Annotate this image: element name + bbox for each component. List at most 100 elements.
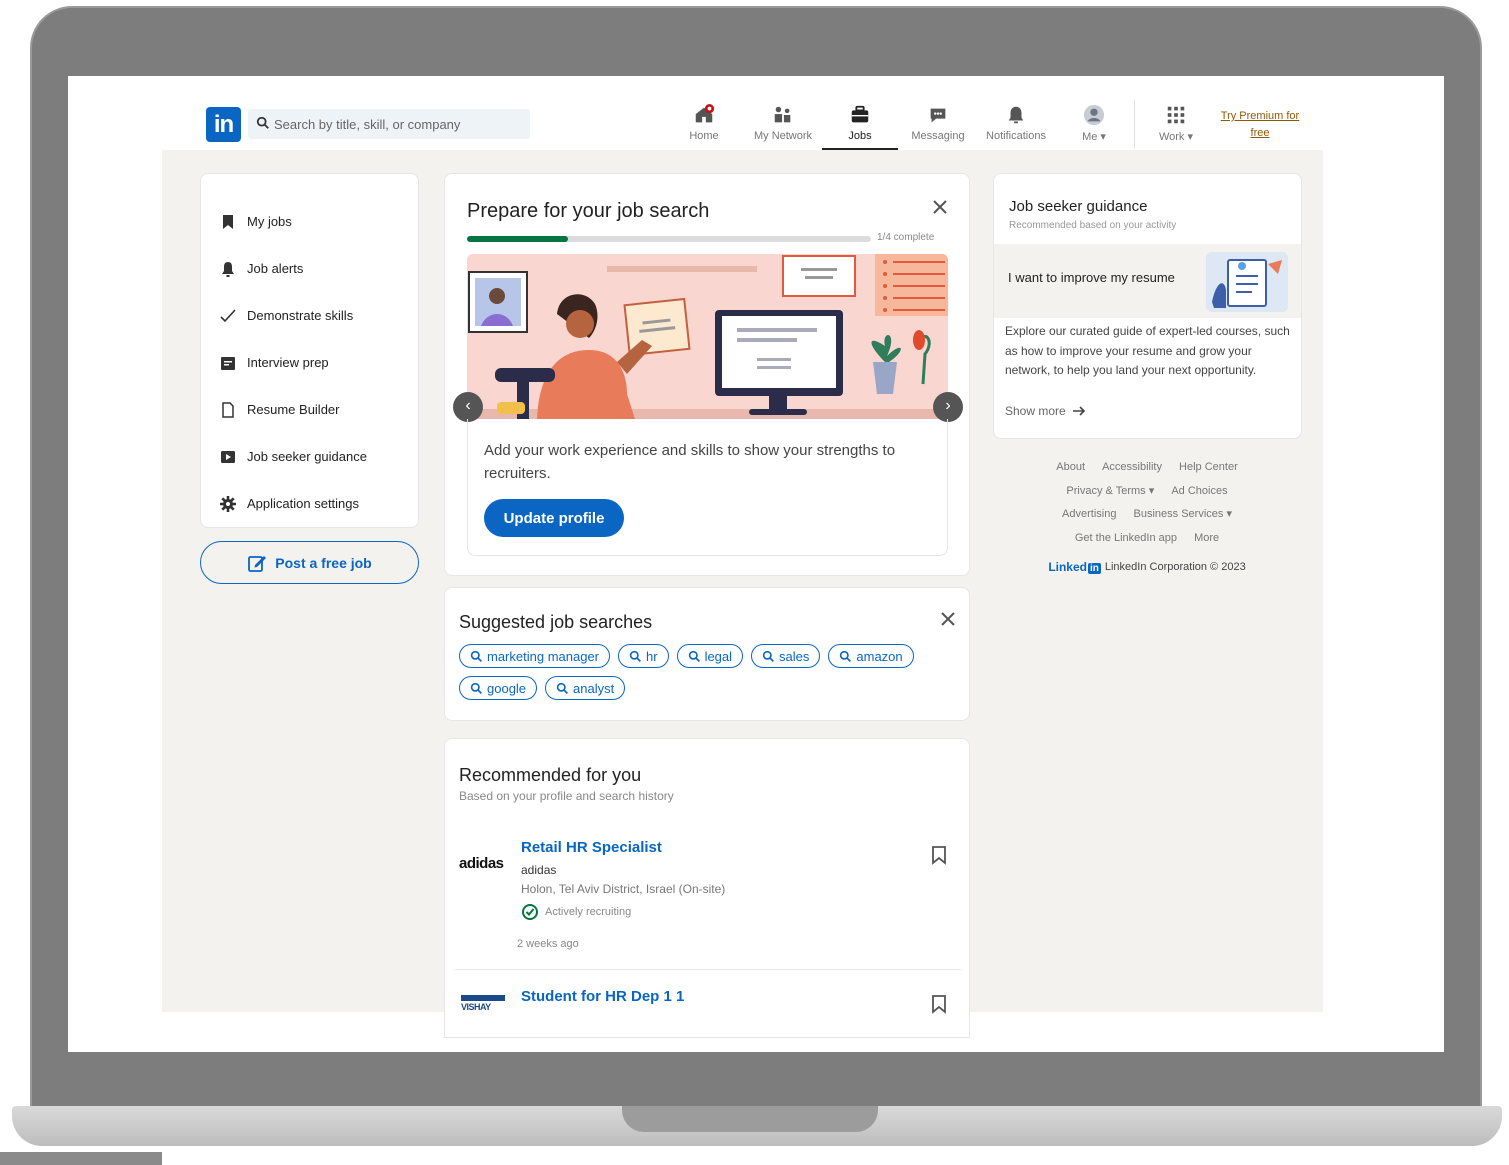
search-icon <box>556 682 568 694</box>
show-more-label: Show more <box>1005 404 1066 418</box>
search-icon <box>840 650 852 662</box>
sidebar-item-job-seeker-guidance[interactable]: Job seeker guidance <box>201 433 418 480</box>
search-chip[interactable]: marketing manager <box>459 644 610 668</box>
carousel-next-button[interactable]: › <box>933 392 963 422</box>
footer-row: Get the LinkedIn app More <box>996 527 1298 551</box>
footer-link[interactable]: About <box>1056 461 1085 473</box>
nav-work-label: Work ▾ <box>1158 131 1194 143</box>
try-premium-link[interactable]: Try Premium for free <box>1212 108 1308 142</box>
nav-home[interactable]: Home <box>682 104 726 150</box>
prepare-content: Add your work experience and skills to s… <box>467 419 948 556</box>
footer-link[interactable]: Accessibility <box>1102 461 1162 473</box>
guidance-banner[interactable]: I want to improve my resume <box>994 244 1301 318</box>
job-location: Holon, Tel Aviv District, Israel (On-sit… <box>521 882 726 896</box>
search-chip[interactable]: hr <box>618 644 669 668</box>
messaging-icon <box>930 108 946 123</box>
search-bar[interactable] <box>248 109 530 139</box>
card-title: Prepare for your job search <box>467 200 710 222</box>
prepare-job-search-card: Prepare for your job search 1/4 complete <box>444 173 970 576</box>
company-logo: adidas <box>459 855 504 872</box>
progress-fill <box>467 236 568 242</box>
search-chip[interactable]: sales <box>751 644 821 668</box>
sidebar-item-interview-prep[interactable]: Interview prep <box>201 339 418 386</box>
job-status: Actively recruiting <box>521 903 631 921</box>
copyright: LinkedIn Corporation © 2023 <box>1104 561 1246 573</box>
search-chip[interactable]: analyst <box>545 676 626 700</box>
footer-link[interactable]: Ad Choices <box>1171 485 1227 497</box>
search-icon <box>762 650 774 662</box>
job-status-label: Actively recruiting <box>545 906 632 918</box>
nav-notifications[interactable]: Notifications <box>982 104 1050 150</box>
recommended-jobs-card: Recommended for you Based on your profil… <box>444 738 970 1038</box>
job-title-link[interactable]: Retail HR Specialist <box>521 839 662 856</box>
nav-messaging[interactable]: Messaging <box>908 104 968 150</box>
nav-my-network-label: My Network <box>753 130 813 142</box>
job-title-link[interactable]: Student for HR Dep 1 1 <box>521 988 684 1005</box>
search-icon <box>629 650 641 662</box>
nav-jobs[interactable]: Jobs <box>822 104 898 150</box>
carousel-prev-button[interactable]: ‹ <box>453 392 483 422</box>
close-icon[interactable] <box>931 198 949 216</box>
footer: About Accessibility Help Center Privacy … <box>996 456 1298 574</box>
search-input[interactable] <box>274 113 524 135</box>
save-bookmark-icon[interactable] <box>931 994 947 1014</box>
sidebar-item-label: My jobs <box>247 214 292 229</box>
document-icon <box>222 401 234 418</box>
card-subtitle: Based on your profile and search history <box>459 789 674 803</box>
bell-icon <box>1008 106 1024 124</box>
sidebar-item-job-alerts[interactable]: Job alerts <box>201 245 418 292</box>
search-icon <box>470 650 482 662</box>
nav-my-network[interactable]: My Network <box>748 104 818 150</box>
search-icon <box>470 682 482 694</box>
search-icon <box>688 650 700 662</box>
sidebar-item-my-jobs[interactable]: My jobs <box>201 198 418 245</box>
arrow-right-icon <box>1072 406 1085 416</box>
nav-me[interactable]: Me ▾ <box>1072 104 1116 150</box>
update-profile-button[interactable]: Update profile <box>484 499 624 537</box>
footer-row: Privacy & Terms ▾ Ad Choices <box>996 480 1298 504</box>
brand-word: Linked <box>1048 560 1087 574</box>
suggested-searches-card: Suggested job searches marketing manager… <box>444 587 970 721</box>
footer-link[interactable]: Get the LinkedIn app <box>1075 532 1177 544</box>
progress-bar <box>467 236 871 242</box>
search-icon <box>256 116 269 129</box>
show-more-link[interactable]: Show more <box>1005 404 1086 418</box>
sidebar-item-resume-builder[interactable]: Resume Builder <box>201 386 418 433</box>
progress-label: 1/4 complete <box>877 232 935 243</box>
search-chip[interactable]: google <box>459 676 538 700</box>
clipboard-icon <box>221 356 235 370</box>
close-icon[interactable] <box>939 610 957 628</box>
footer-link[interactable]: Help Center <box>1179 461 1238 473</box>
post-job-button[interactable]: Post a free job <box>200 541 419 584</box>
linkedin-wordmark: Linked in <box>1048 560 1101 574</box>
save-bookmark-icon[interactable] <box>931 845 947 865</box>
job-company: adidas <box>521 863 557 877</box>
search-chip[interactable]: legal <box>676 644 744 668</box>
card-subtitle: Recommended based on your activity <box>1009 220 1177 231</box>
sidebar-item-label: Demonstrate skills <box>247 308 354 323</box>
checkmark-icon <box>220 308 236 322</box>
footer-row: About Accessibility Help Center <box>996 456 1298 480</box>
linkedin-logo[interactable]: in <box>206 107 241 142</box>
footer-brand: Linked in LinkedIn Corporation © 2023 <box>996 560 1298 574</box>
chip-label: sales <box>779 648 810 664</box>
premium-line-2: free <box>1250 127 1270 139</box>
footer-link[interactable]: Business Services ▾ <box>1134 508 1232 520</box>
gear-icon <box>220 495 236 512</box>
screen: in Home My Network Jobs Messaging Notifi… <box>68 76 1444 1052</box>
sidebar-item-application-settings[interactable]: Application settings <box>201 480 418 527</box>
sidebar-item-demonstrate-skills[interactable]: Demonstrate skills <box>201 292 418 339</box>
chip-label: analyst <box>573 680 615 696</box>
network-icon <box>774 106 791 123</box>
nav-work[interactable]: Work ▾ <box>1152 104 1200 150</box>
briefcase-icon <box>851 105 869 123</box>
footer-link[interactable]: More <box>1194 532 1219 544</box>
footer-link[interactable]: Advertising <box>1062 508 1116 520</box>
grid-icon <box>1167 106 1185 124</box>
chip-label: marketing manager <box>487 648 599 664</box>
search-chip[interactable]: amazon <box>828 644 914 668</box>
footer-link[interactable]: Privacy & Terms ▾ <box>1066 485 1154 497</box>
jobs-sidebar: My jobs Job alerts Demonstrate skills In… <box>200 173 419 528</box>
divider <box>455 969 961 970</box>
card-title: Recommended for you <box>459 765 642 785</box>
